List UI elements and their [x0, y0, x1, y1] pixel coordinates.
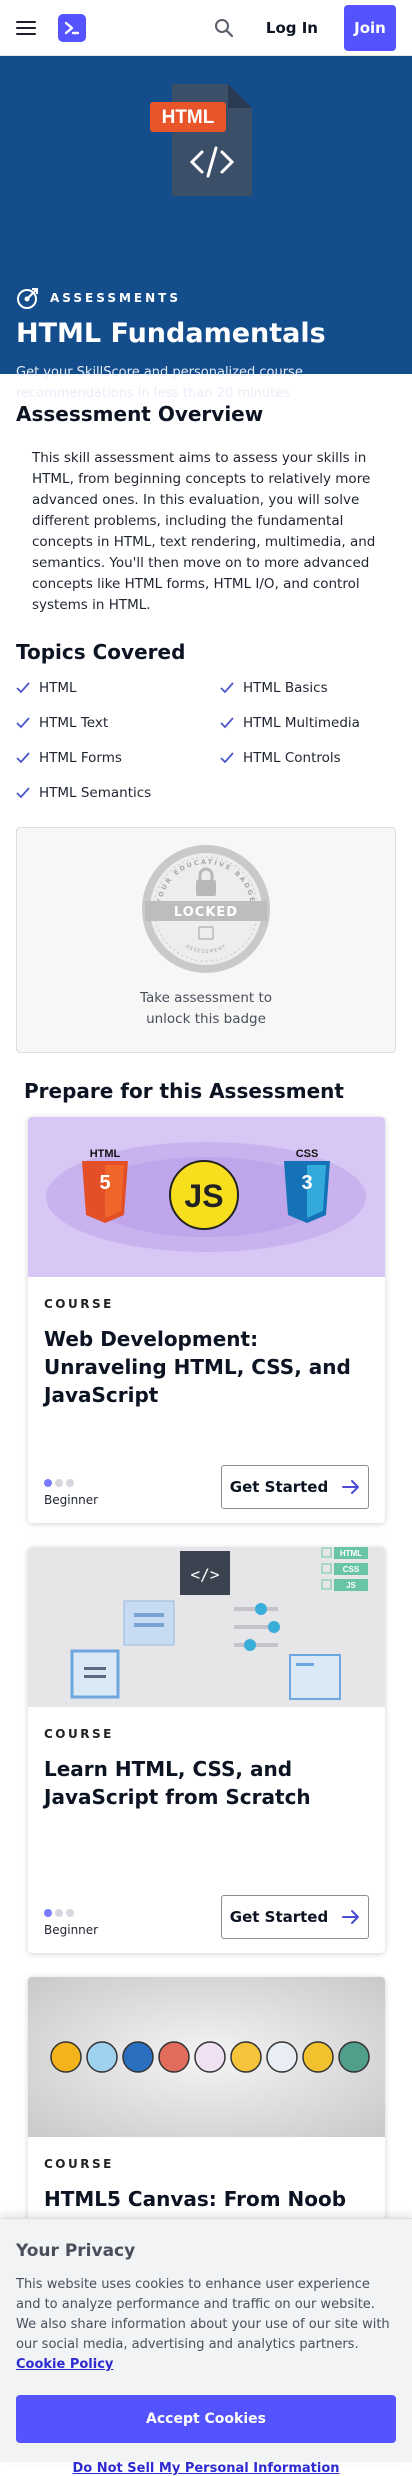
- topic-label: HTML Basics: [243, 680, 328, 696]
- level-label: Beginner: [44, 1493, 99, 1507]
- login-link[interactable]: Log In: [266, 19, 318, 37]
- educative-logo[interactable]: [58, 13, 86, 42]
- privacy-text: This website uses cookies to enhance use…: [16, 2275, 396, 2375]
- img-css-tag: CSS: [343, 1565, 360, 1574]
- topic-label: HTML Text: [39, 715, 109, 731]
- arrow-right-icon: [342, 1480, 360, 1494]
- topic-item: HTML Multimedia: [220, 715, 396, 731]
- search-icon[interactable]: [212, 16, 236, 40]
- topic-label: HTML Forms: [39, 750, 122, 766]
- check-icon: [220, 682, 234, 694]
- level-label: Beginner: [44, 1923, 99, 1937]
- course-body: COURSE Web Development: Unraveling HTML,…: [28, 1277, 385, 1523]
- privacy-banner: Your Privacy This website uses cookies t…: [0, 2218, 412, 2476]
- check-icon: [16, 682, 30, 694]
- locked-badge-card: YOUR EDUCATIVE BADGE ASSESSMENT LOCKED T…: [16, 827, 396, 1053]
- assessment-overview: Assessment Overview This skill assessmen…: [0, 374, 412, 616]
- locked-badge-icon: YOUR EDUCATIVE BADGE ASSESSMENT LOCKED: [142, 845, 270, 973]
- topic-label: HTML Controls: [243, 750, 341, 766]
- topic-label: HTML Multimedia: [243, 715, 360, 731]
- menu-icon[interactable]: [16, 20, 36, 35]
- prepare-heading: Prepare for this Assessment: [24, 1079, 344, 1103]
- code-editor-illustration: </> HTML CSS JS: [70, 1547, 368, 1700]
- prepare-section: Prepare for this Assessment 5 HTML JS 3 …: [0, 1053, 412, 2383]
- locked-label: LOCKED: [174, 905, 238, 920]
- topics-list: HTML HTML Basics HTML Text HTML Multimed…: [16, 680, 396, 801]
- top-navbar: Log In Join: [0, 0, 412, 56]
- html-document-icon: HTML: [150, 84, 252, 196]
- topic-label: HTML Semantics: [39, 785, 152, 801]
- course-body: COURSE Learn HTML, CSS, and JavaScript f…: [28, 1707, 385, 1953]
- course-type-label: COURSE: [44, 1727, 114, 1741]
- privacy-body: This website uses cookies to enhance use…: [16, 2277, 390, 2352]
- course-level: Beginner: [44, 1909, 98, 1937]
- get-started-button[interactable]: Get Started: [221, 1895, 369, 1939]
- level-indicator: [44, 1479, 98, 1487]
- cookie-policy-link[interactable]: Cookie Policy: [16, 2357, 113, 2372]
- get-started-label: Get Started: [229, 1908, 329, 1926]
- topic-item: HTML: [16, 680, 220, 696]
- course-card[interactable]: </> HTML CSS JS COURSE Learn HTML, CSS, …: [28, 1547, 385, 1953]
- course-title[interactable]: Web Development: Unraveling HTML, CSS, a…: [44, 1325, 354, 1409]
- get-started-label: Get Started: [229, 1478, 329, 1496]
- svg-text:</>: </>: [191, 1565, 220, 1584]
- html-css-js-illustration: 5 HTML JS 3 CSS: [46, 1142, 366, 1252]
- accept-cookies-button[interactable]: Accept Cookies: [16, 2395, 396, 2443]
- overview-text: This skill assessment aims to assess you…: [32, 450, 376, 613]
- check-icon: [220, 717, 234, 729]
- check-icon: [16, 752, 30, 764]
- badge-html-label: HTML: [162, 107, 215, 128]
- rocket-icon: [17, 288, 38, 309]
- unlock-text: Take assessment to unlock this badge: [139, 990, 273, 1027]
- check-icon: [16, 787, 30, 799]
- hero-subtitle: Get your SkillScore and personalized cou…: [16, 365, 303, 401]
- assessment-eyebrow: ASSESSMENTS: [16, 286, 181, 310]
- topics-covered: Topics Covered HTML HTML Basics HTML Tex…: [0, 616, 412, 801]
- arrow-right-icon: [342, 1910, 360, 1924]
- eyebrow-label: ASSESSMENTS: [50, 291, 181, 305]
- course-type-label: COURSE: [44, 2157, 114, 2171]
- page-title: HTML Fundamentals: [16, 318, 326, 349]
- img-html-tag: HTML: [340, 1549, 362, 1558]
- course-thumbnail: [28, 1977, 385, 2137]
- check-icon: [220, 752, 234, 764]
- topic-item: HTML Semantics: [16, 785, 220, 801]
- check-icon: [16, 717, 30, 729]
- topic-item: HTML Controls: [220, 750, 396, 766]
- topic-item: HTML Text: [16, 715, 220, 731]
- course-type-label: COURSE: [44, 1297, 114, 1311]
- img-js-label: JS: [184, 1178, 223, 1214]
- course-thumbnail: </> HTML CSS JS: [28, 1547, 385, 1707]
- course-level: Beginner: [44, 1479, 98, 1507]
- level-indicator: [44, 1909, 98, 1917]
- svg-text:3: 3: [301, 1172, 312, 1194]
- topic-label: HTML: [39, 680, 77, 696]
- course-thumbnail: 5 HTML JS 3 CSS: [28, 1117, 385, 1277]
- topic-item: HTML Forms: [16, 750, 220, 766]
- topics-heading: Topics Covered: [16, 640, 186, 664]
- join-button[interactable]: Join: [344, 4, 396, 51]
- topic-item: HTML Basics: [220, 680, 396, 696]
- img-css-label: CSS: [296, 1148, 319, 1160]
- img-html-label: HTML: [90, 1148, 121, 1160]
- privacy-title: Your Privacy: [16, 2241, 136, 2261]
- svg-text:5: 5: [99, 1172, 110, 1194]
- hero-banner: HTML ASSESSMENTS HTML Fundamentals Get y…: [0, 56, 412, 401]
- img-js-tag: JS: [346, 1581, 356, 1590]
- overview-heading: Assessment Overview: [16, 402, 264, 426]
- course-title[interactable]: Learn HTML, CSS, and JavaScript from Scr…: [44, 1755, 354, 1811]
- canvas-icons-illustration: [50, 2041, 370, 2073]
- do-not-sell-link[interactable]: Do Not Sell My Personal Information: [16, 2461, 396, 2476]
- get-started-button[interactable]: Get Started: [221, 1465, 369, 1509]
- course-card[interactable]: 5 HTML JS 3 CSS COURSE Web Development: …: [28, 1117, 385, 1523]
